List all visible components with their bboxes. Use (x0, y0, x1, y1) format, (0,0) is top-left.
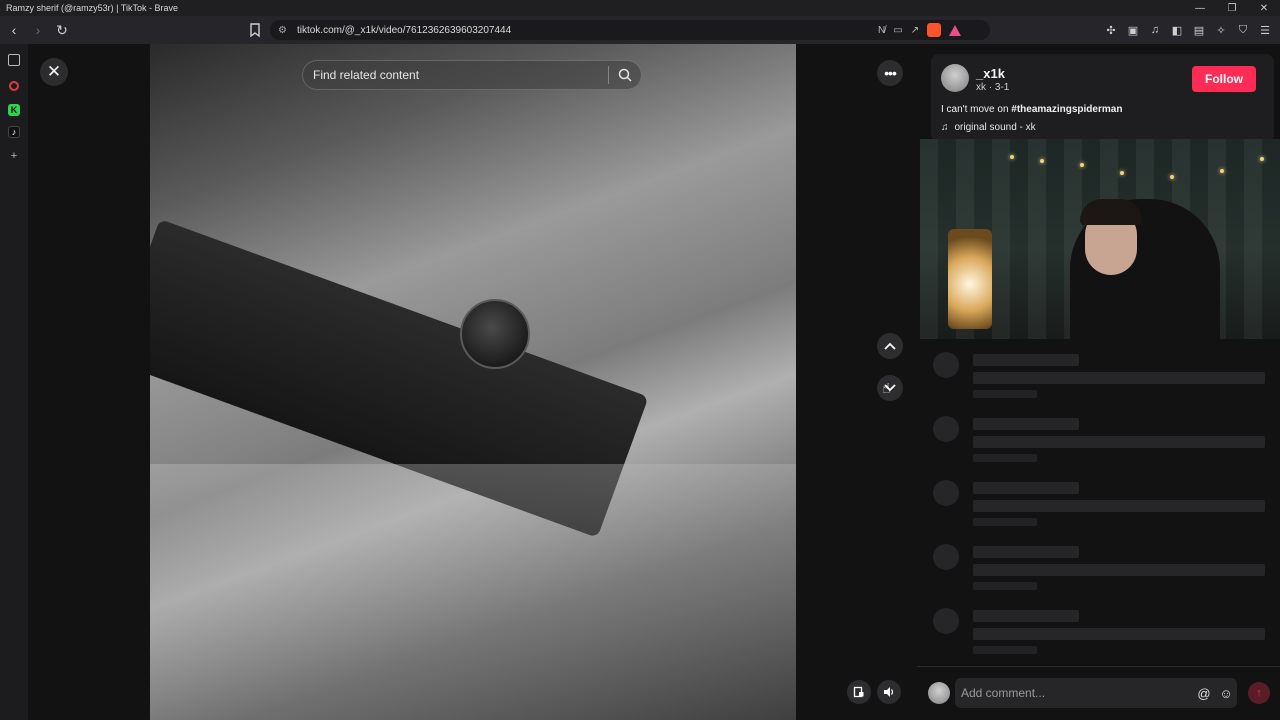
floating-player-button[interactable] (847, 680, 871, 704)
window-titlebar: Ramzy sherif (@ramzy53r) | TikTok - Brav… (0, 0, 1280, 16)
search-icon[interactable] (609, 68, 641, 82)
video-frame-glare (150, 464, 796, 720)
browser-toolbar: ‹ › ↻ ⚙ tiktok.com/@_x1k/video/761236263… (0, 16, 1280, 44)
wallet-icon[interactable]: ▤ (1192, 24, 1206, 37)
emoji-icon[interactable]: ☺ (1215, 686, 1237, 701)
caption-text: I can't move on (941, 104, 1012, 115)
follow-button[interactable]: Follow (1192, 66, 1256, 92)
kick-icon[interactable]: K (8, 104, 20, 116)
video-stage: ✕ Find related content ••• (28, 44, 917, 720)
menu-icon[interactable]: ☰ (1258, 24, 1272, 37)
brave-shields-icon[interactable] (927, 23, 942, 37)
share-icon[interactable]: ↗ (911, 25, 919, 36)
screenshot-icon[interactable]: ▣ (1126, 24, 1140, 37)
add-icon[interactable]: + (6, 148, 22, 164)
details-panel: _x1k xk · 3-1 Follow I can't move on #th… (917, 44, 1280, 720)
mention-icon[interactable]: @ (1193, 686, 1215, 701)
music-note-icon: ♫ (941, 122, 949, 133)
forward-button[interactable]: › (28, 20, 48, 40)
video-player[interactable] (150, 44, 796, 720)
comment-skeleton (931, 414, 1271, 478)
panel-icon[interactable] (6, 52, 22, 68)
lantern-image (948, 229, 992, 329)
bookmark-icon[interactable] (248, 22, 262, 38)
reload-button[interactable]: ↻ (52, 20, 72, 40)
comment-skeleton (931, 478, 1271, 542)
back-button[interactable]: ‹ (4, 20, 24, 40)
leo-ai-icon[interactable]: ✧ (1214, 24, 1228, 37)
caption-hashtag[interactable]: #theamazingspiderman (1011, 104, 1122, 115)
related-search-placeholder: Find related content (313, 68, 420, 82)
more-options-button[interactable]: ••• (877, 60, 903, 86)
video-caption: I can't move on #theamazingspiderman (941, 104, 1122, 115)
cast-icon[interactable]: ▭ (893, 25, 902, 36)
previous-video-button[interactable] (877, 333, 903, 359)
author-username[interactable]: _x1k (976, 66, 1005, 81)
comment-placeholder: Add comment... (961, 686, 1046, 700)
author-avatar[interactable] (941, 64, 969, 92)
browser-sidebar: K ♪ + (0, 44, 28, 720)
restore-button[interactable]: ❐ (1216, 3, 1248, 14)
record-icon[interactable] (6, 78, 22, 94)
comment-skeleton (931, 350, 1271, 414)
chevron-up-icon (884, 342, 896, 350)
webcam-overlay (920, 139, 1280, 339)
string-lights (980, 149, 1280, 189)
media-icon[interactable]: ♫ (1148, 24, 1162, 36)
close-video-button[interactable]: ✕ (40, 58, 68, 86)
comment-input[interactable]: Add comment... @ ☺ (955, 678, 1237, 708)
tiktok-icon[interactable]: ♪ (8, 126, 20, 138)
sound-link[interactable]: ♫ original sound - xk (941, 122, 1036, 133)
comment-skeleton (931, 606, 1271, 670)
browser-actions: ✣ ▣ ♫ ◧ ▤ ✧ ⛉ ☰ (1104, 20, 1272, 40)
send-comment-button[interactable]: ↑ (1248, 682, 1270, 704)
no-tracking-icon[interactable]: N̸ (878, 25, 885, 36)
comment-composer: Add comment... @ ☺ ↑ (917, 666, 1280, 720)
related-search-box[interactable]: Find related content (302, 60, 642, 90)
site-settings-icon[interactable]: ⚙ (278, 25, 287, 36)
sidebar-icon[interactable]: ◧ (1170, 24, 1184, 37)
minimize-button[interactable]: — (1184, 3, 1216, 14)
speaker-icon (884, 687, 894, 697)
author-subtitle: xk · 3-1 (976, 82, 1010, 93)
url-text: tiktok.com/@_x1k/video/76123626396032074… (296, 24, 512, 36)
brave-rewards-icon[interactable] (949, 24, 962, 36)
sound-title: original sound - xk (954, 122, 1036, 133)
author-card: _x1k xk · 3-1 Follow I can't move on #th… (931, 54, 1274, 142)
comments-loading-list (931, 350, 1271, 670)
current-user-avatar (928, 682, 950, 704)
mouse-cursor-icon: ☝ (882, 380, 891, 396)
volume-button[interactable] (877, 680, 901, 704)
streamer-hair (1080, 199, 1142, 225)
mini-player-icon (853, 686, 864, 698)
window-title: Ramzy sherif (@ramzy53r) | TikTok - Brav… (6, 3, 179, 13)
close-window-button[interactable]: ✕ (1248, 3, 1280, 14)
video-frame-detail (460, 299, 530, 369)
address-bar-actions: N̸ ▭ ↗ (878, 20, 962, 40)
comment-skeleton (931, 542, 1271, 606)
vpn-icon[interactable]: ⛉ (1236, 24, 1250, 37)
extensions-icon[interactable]: ✣ (1104, 24, 1118, 37)
